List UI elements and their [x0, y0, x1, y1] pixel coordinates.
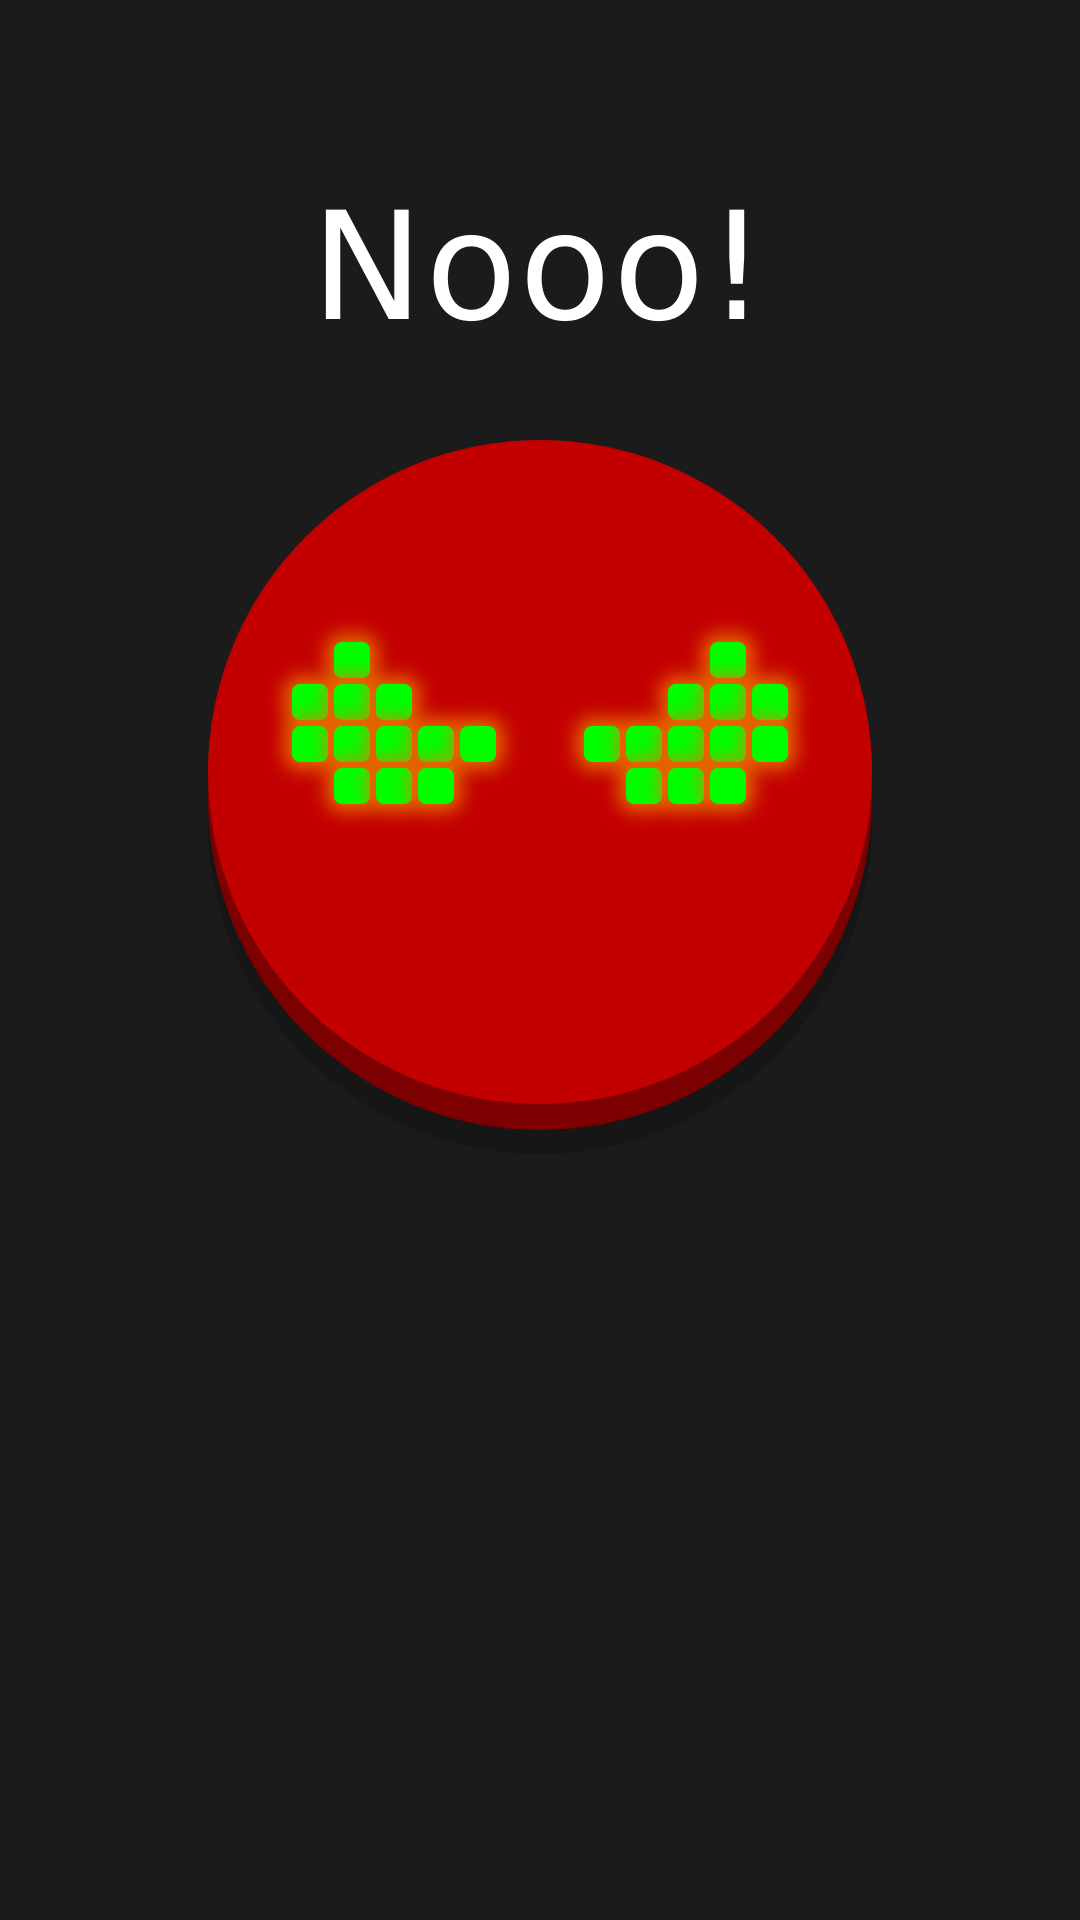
- eye-pixel: [710, 726, 746, 762]
- eye-pixel: [668, 726, 704, 762]
- eye-pixel: [292, 684, 328, 720]
- eye-pixel: [710, 684, 746, 720]
- eye-pixel: [626, 726, 662, 762]
- eye-pixel: [710, 768, 746, 804]
- eye-pixel: [376, 768, 412, 804]
- eye-pixel: [334, 642, 370, 678]
- eye-pixel: [334, 684, 370, 720]
- message-title: Nooo!: [311, 181, 769, 355]
- eye-pixel: [752, 726, 788, 762]
- eye-pixel: [376, 726, 412, 762]
- eye-pixel: [710, 642, 746, 678]
- angry-eyes-icon: [208, 440, 872, 1104]
- eye-pixel: [376, 684, 412, 720]
- eye-pixel: [334, 768, 370, 804]
- eye-pixel: [292, 726, 328, 762]
- eye-pixel: [418, 726, 454, 762]
- eye-pixel: [334, 726, 370, 762]
- eye-pixel: [668, 684, 704, 720]
- eye-pixel: [668, 768, 704, 804]
- eye-pixel: [418, 768, 454, 804]
- big-red-button[interactable]: [208, 440, 872, 1160]
- eye-pixel: [752, 684, 788, 720]
- eye-pixel: [626, 768, 662, 804]
- button-face[interactable]: [208, 440, 872, 1104]
- eye-pixel: [460, 726, 496, 762]
- eye-pixel: [584, 726, 620, 762]
